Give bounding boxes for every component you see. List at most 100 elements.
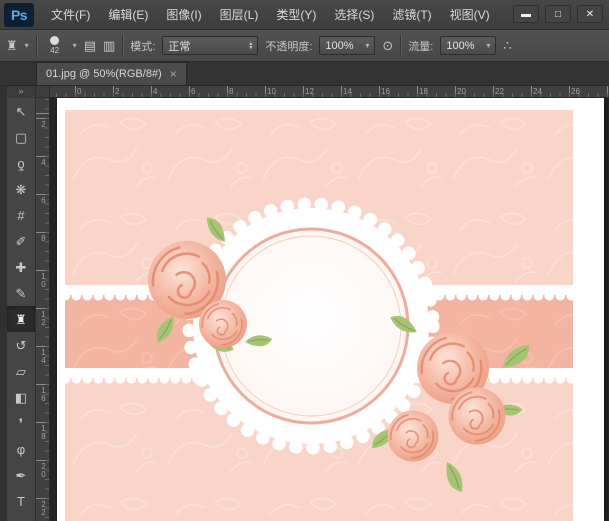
clone-source-panel-icon[interactable]: ▥ [103,39,115,52]
menu-view[interactable]: 视图(V) [441,0,499,30]
brush-panel-toggle-icon[interactable]: ▤ [84,39,96,52]
flow-value: 100% [446,40,474,52]
ruler-number: 16 [381,87,390,96]
eraser-tool-icon: ▱ [16,365,26,378]
canvas-area[interactable] [50,98,609,521]
minimize-icon: ▬ [521,9,531,20]
menu-layer[interactable]: 图层(L) [211,0,268,30]
ruler-number: 18 [39,424,48,440]
ruler-number: 8 [229,87,233,96]
canvas-image[interactable] [65,110,573,521]
menu-select[interactable]: 选择(S) [325,0,383,30]
crop-tool[interactable]: # [7,202,35,228]
stepper-icon: ▴▾ [249,42,252,50]
type-tool-icon: T [17,495,25,508]
blur-tool[interactable]: ❜ [7,410,35,436]
quick-selection-tool-icon: ❋ [16,183,27,196]
pen-tool-icon: ✒ [16,469,27,482]
healing-brush-tool[interactable]: ✚ [7,254,35,280]
ruler-corner [36,86,50,98]
ruler-number: 16 [39,386,48,402]
menu-filter[interactable]: 滤镜(T) [383,0,440,30]
ruler-number: 8 [39,234,48,242]
brush-tool-icon: ✎ [16,287,27,300]
tablet-pressure-icon[interactable]: ⊙ [382,39,393,52]
brush-tip-icon [50,36,59,45]
ruler-number: 4 [39,158,48,166]
panel-edge [0,86,7,521]
document-tab[interactable]: 01.jpg @ 50%(RGB/8#) × [36,62,187,85]
history-brush-tool-icon: ↺ [16,339,27,352]
chevron-down-icon: ▾ [365,42,369,50]
gradient-tool[interactable]: ◧ [7,384,35,410]
eyedropper-tool[interactable]: ✐ [7,228,35,254]
pen-tool[interactable]: ✒ [7,462,35,488]
ruler-number: 20 [457,87,466,96]
brush-picker-caret-icon[interactable]: ▾ [73,42,77,50]
ruler-number: 0 [77,87,81,96]
ruler-number: 10 [267,87,276,96]
mode-label: 模式: [130,38,155,54]
opacity-label: 不透明度: [265,38,312,54]
move-tool-icon: ↖ [16,105,27,118]
blur-tool-icon: ❜ [19,417,23,430]
maximize-icon: □ [555,9,561,20]
menu-file[interactable]: 文件(F) [42,0,99,30]
ruler-number: 22 [39,500,48,516]
ruler-number: 18 [419,87,428,96]
separator [122,35,123,57]
tool-preset-caret-icon[interactable]: ▾ [25,42,29,50]
brush-preset-picker[interactable]: 42 [44,36,66,55]
gradient-tool-icon: ◧ [15,391,27,404]
dodge-tool-icon: φ [17,443,25,456]
vertical-ruler[interactable]: 2 4 6 8 10 12 14 16 18 20 22 [36,98,50,521]
maximize-button[interactable]: □ [545,5,571,23]
ruler-number: 12 [39,310,48,326]
move-tool[interactable]: ↖ [7,98,35,124]
tab-close-icon[interactable]: × [170,68,177,80]
tools-panel: » ↖ ▢ ƍ ❋ # ✐ ✚ ✎ ♜ ↺ ▱ ◧ ❜ φ ✒ T [7,86,36,521]
type-tool[interactable]: T [7,488,35,514]
ruler-number: 14 [39,348,48,364]
mode-select[interactable]: 正常 ▴▾ [162,36,258,55]
opacity-select[interactable]: 100% ▾ [319,36,375,55]
menu-type[interactable]: 类型(Y) [267,0,325,30]
photoshop-window: Ps 文件(F) 编辑(E) 图像(I) 图层(L) 类型(Y) 选择(S) 滤… [0,0,609,521]
minimize-button[interactable]: ▬ [513,5,539,23]
title-bar: Ps 文件(F) 编辑(E) 图像(I) 图层(L) 类型(Y) 选择(S) 滤… [0,0,609,30]
opacity-value: 100% [325,40,353,52]
ruler-number: 14 [343,87,352,96]
ruler-number: 2 [115,87,119,96]
ruler-number: 6 [39,196,48,204]
ruler-number: 2 [39,120,48,128]
tool-options-bar: ♜ ▾ 42 ▾ ▤ ▥ 模式: 正常 ▴▾ 不透明度: 100% ▾ ⊙ 流量… [0,30,609,62]
close-icon: ✕ [586,9,594,20]
clone-stamp-icon[interactable]: ♜ [6,39,18,52]
document-tab-title: 01.jpg @ 50%(RGB/8#) [46,68,162,80]
window-controls: ▬ □ ✕ [513,5,603,23]
flow-select[interactable]: 100% ▾ [440,36,496,55]
menu-window[interactable]: 窗口(W) [499,0,500,30]
ruler-number: 10 [39,272,48,288]
toolbar-collapse-button[interactable]: » [7,86,35,98]
lasso-tool[interactable]: ƍ [7,150,35,176]
horizontal-ruler[interactable]: 0 2 4 6 8 10 12 14 16 18 20 22 24 26 [50,86,609,98]
rectangular-marquee-tool[interactable]: ▢ [7,124,35,150]
menu-edit[interactable]: 编辑(E) [99,0,157,30]
dodge-tool[interactable]: φ [7,436,35,462]
menu-image[interactable]: 图像(I) [157,0,210,30]
healing-brush-tool-icon: ✚ [16,261,27,274]
brush-size-value: 42 [50,46,59,55]
airbrush-icon[interactable]: ∴ [503,39,511,52]
close-button[interactable]: ✕ [577,5,603,23]
flow-label: 流量: [408,38,433,54]
clone-stamp-tool-icon: ♜ [15,313,27,326]
eyedropper-tool-icon: ✐ [16,235,27,248]
brush-tool[interactable]: ✎ [7,280,35,306]
eraser-tool[interactable]: ▱ [7,358,35,384]
history-brush-tool[interactable]: ↺ [7,332,35,358]
app-logo: Ps [4,3,34,27]
clone-stamp-tool[interactable]: ♜ [7,306,35,332]
quick-selection-tool[interactable]: ❋ [7,176,35,202]
ruler-number: 4 [153,87,157,96]
